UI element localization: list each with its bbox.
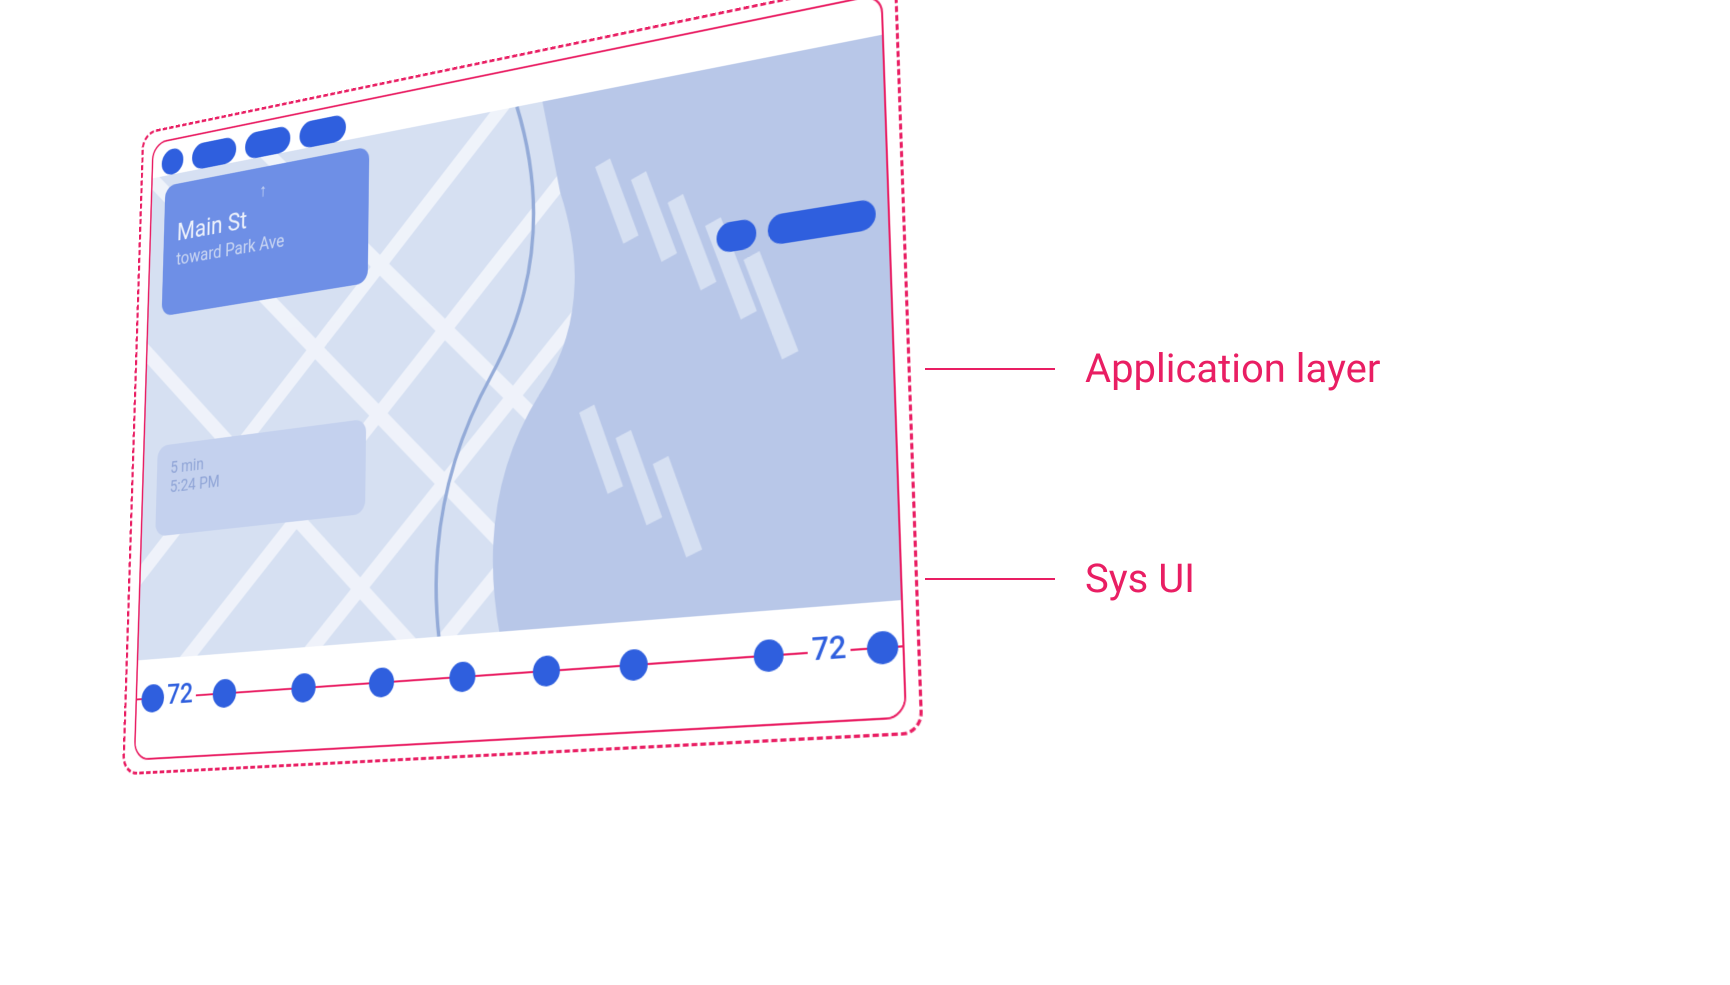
diagram-scene: ↑ Main St toward Park Ave 5 min 5:24 PM <box>131 0 944 865</box>
callout-line-icon <box>925 578 1055 580</box>
callout-line-icon <box>925 368 1055 370</box>
callout-app-text: Application layer <box>1085 345 1380 392</box>
status-pill-icon <box>716 218 756 254</box>
measurement-dot-icon <box>533 655 560 688</box>
callout-sys-ui: Sys UI <box>925 555 1195 602</box>
measurement-left-value: 72 <box>164 676 197 711</box>
measurement-dot-icon <box>753 638 784 672</box>
measurement-dot-icon <box>141 683 164 713</box>
callout-application-layer: Application layer <box>925 345 1380 392</box>
map-illustration-icon <box>138 35 901 664</box>
callout-sys-text: Sys UI <box>1085 555 1195 602</box>
measurement-dot-icon <box>291 672 316 703</box>
measurement-right-value: 72 <box>807 628 851 669</box>
measurement-dot-icon <box>449 661 475 693</box>
map-surface <box>138 35 901 664</box>
measurement-dot-icon <box>369 667 394 698</box>
measurement-dot-icon <box>212 678 236 708</box>
measurement-dot-icon <box>866 630 898 665</box>
measurement-dot-icon <box>619 648 647 681</box>
